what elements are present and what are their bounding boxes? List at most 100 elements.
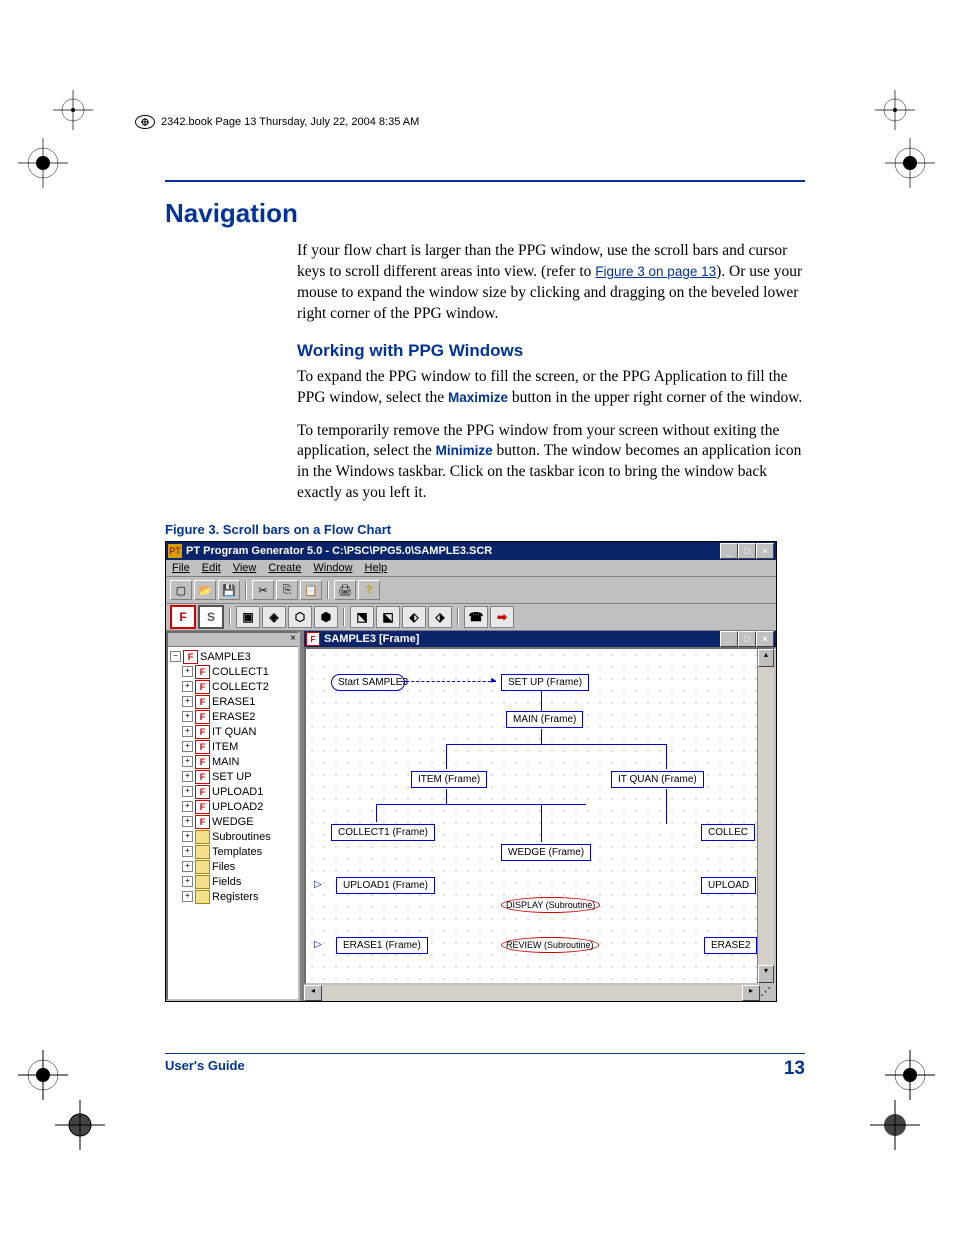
- new-file-icon[interactable]: ▢: [170, 580, 192, 600]
- scroll-right-icon[interactable]: ▸: [742, 985, 760, 1001]
- tree-item-label: SET UP: [212, 771, 252, 783]
- scroll-track[interactable]: [758, 667, 774, 965]
- expand-icon[interactable]: +: [182, 726, 193, 737]
- tree-item-label: MAIN: [212, 756, 240, 768]
- expand-icon[interactable]: +: [182, 666, 193, 677]
- expand-icon[interactable]: +: [182, 816, 193, 827]
- canvas-maximize-button[interactable]: □: [738, 631, 756, 647]
- menu-help[interactable]: Help: [365, 562, 388, 574]
- tree-item[interactable]: +FERASE1: [170, 694, 296, 709]
- tool-icon[interactable]: ◈: [262, 606, 286, 628]
- tool-icon[interactable]: ⬡: [288, 606, 312, 628]
- erase2-node[interactable]: ERASE2: [704, 937, 757, 954]
- expand-icon[interactable]: +: [182, 741, 193, 752]
- expand-icon[interactable]: +: [182, 891, 193, 902]
- tree-item[interactable]: +FUPLOAD1: [170, 784, 296, 799]
- scroll-left-icon[interactable]: ◂: [304, 985, 322, 1001]
- resize-grip-icon[interactable]: ⋰: [760, 985, 776, 1001]
- tree-item[interactable]: +FIT QUAN: [170, 724, 296, 739]
- expand-icon[interactable]: +: [182, 711, 193, 722]
- scroll-down-icon[interactable]: ▾: [758, 965, 774, 983]
- tree-item-label: COLLECT1: [212, 666, 269, 678]
- open-file-icon[interactable]: 📂: [194, 580, 216, 600]
- expand-icon[interactable]: +: [182, 831, 193, 842]
- main-node[interactable]: MAIN (Frame): [506, 711, 583, 728]
- setup-node[interactable]: SET UP (Frame): [501, 674, 589, 691]
- menu-view[interactable]: View: [233, 562, 257, 574]
- item-node[interactable]: ITEM (Frame): [411, 771, 487, 788]
- collapse-icon[interactable]: −: [170, 651, 181, 662]
- expand-icon[interactable]: +: [182, 846, 193, 857]
- help-icon[interactable]: ?: [358, 580, 380, 600]
- vertical-scrollbar[interactable]: ▴ ▾: [757, 649, 774, 983]
- canvas-minimize-button[interactable]: _: [720, 631, 738, 647]
- tree-folder-label: Templates: [212, 846, 262, 858]
- tree-item[interactable]: +FWEDGE: [170, 814, 296, 829]
- upload1-node[interactable]: UPLOAD1 (Frame): [336, 877, 435, 894]
- save-icon[interactable]: 💾: [218, 580, 240, 600]
- tool-icon[interactable]: ▣: [236, 606, 260, 628]
- expand-icon[interactable]: +: [182, 696, 193, 707]
- tool-icon[interactable]: ⬗: [428, 606, 452, 628]
- start-node[interactable]: Start SAMPLE3: [331, 674, 405, 691]
- maximize-button[interactable]: □: [738, 543, 756, 559]
- expand-icon[interactable]: +: [182, 786, 193, 797]
- collect1-node[interactable]: COLLECT1 (Frame): [331, 824, 435, 841]
- scroll-up-icon[interactable]: ▴: [758, 649, 774, 667]
- tree-folder[interactable]: +Fields: [170, 874, 296, 889]
- menu-create[interactable]: Create: [268, 562, 301, 574]
- canvas-close-button[interactable]: ×: [756, 631, 774, 647]
- scroll-track[interactable]: [322, 985, 742, 1001]
- tree-item[interactable]: +FUPLOAD2: [170, 799, 296, 814]
- collect2-node[interactable]: COLLEC: [701, 824, 755, 841]
- tool-icon[interactable]: ⬖: [402, 606, 426, 628]
- minimize-button[interactable]: _: [720, 543, 738, 559]
- tree-close-icon[interactable]: ×: [168, 633, 298, 647]
- tree-item[interactable]: +FITEM: [170, 739, 296, 754]
- expand-icon[interactable]: +: [182, 801, 193, 812]
- expand-icon[interactable]: +: [182, 756, 193, 767]
- tree-folder[interactable]: + Templates: [170, 844, 296, 859]
- close-button[interactable]: ×: [756, 543, 774, 559]
- itquan-node[interactable]: IT QUAN (Frame): [611, 771, 704, 788]
- figure-3-link[interactable]: Figure 3 on page 13: [595, 264, 716, 279]
- menu-file[interactable]: File: [172, 562, 190, 574]
- review-subroutine-node[interactable]: REVIEW (Subroutine): [501, 937, 599, 953]
- tree-root[interactable]: − F SAMPLE3: [170, 649, 296, 664]
- flowchart-canvas[interactable]: Start SAMPLE3 SET UP (Frame) MAIN (Frame…: [306, 649, 757, 983]
- display-subroutine-node[interactable]: DISPLAY (Subroutine): [501, 897, 600, 913]
- expand-icon[interactable]: +: [182, 771, 193, 782]
- tool-icon[interactable]: ⬔: [350, 606, 374, 628]
- paragraph-1: If your flow chart is larger than the PP…: [165, 241, 805, 325]
- print-icon[interactable]: 🖨: [334, 580, 356, 600]
- tool-icon[interactable]: ⬢: [314, 606, 338, 628]
- frame-tool-icon[interactable]: F: [170, 605, 196, 629]
- tool-icon[interactable]: ➡: [490, 606, 514, 628]
- tree-item[interactable]: +FMAIN: [170, 754, 296, 769]
- upload2-node[interactable]: UPLOAD: [701, 877, 756, 894]
- tree-item[interactable]: +FCOLLECT1: [170, 664, 296, 679]
- frame-icon: F: [183, 650, 198, 664]
- wedge-node[interactable]: WEDGE (Frame): [501, 844, 591, 861]
- cut-icon[interactable]: ✂: [252, 580, 274, 600]
- paste-icon[interactable]: 📋: [300, 580, 322, 600]
- tree-folder[interactable]: + Registers: [170, 889, 296, 904]
- erase1-node[interactable]: ERASE1 (Frame): [336, 937, 428, 954]
- tree-item[interactable]: +FERASE2: [170, 709, 296, 724]
- copy-icon[interactable]: ⎘: [276, 580, 298, 600]
- tree-folder[interactable]: +Subroutines: [170, 829, 296, 844]
- tree-item[interactable]: +FCOLLECT2: [170, 679, 296, 694]
- tool-icon[interactable]: ⬕: [376, 606, 400, 628]
- crop-mark: [885, 1050, 925, 1090]
- subroutine-tool-icon[interactable]: S: [198, 605, 224, 629]
- menu-edit[interactable]: Edit: [202, 562, 221, 574]
- tool-icon[interactable]: ☎: [464, 606, 488, 628]
- tree-item[interactable]: +FSET UP: [170, 769, 296, 784]
- horizontal-scrollbar[interactable]: ◂ ▸ ⋰: [304, 985, 776, 1001]
- tree-folder[interactable]: +Files: [170, 859, 296, 874]
- expand-icon[interactable]: +: [182, 861, 193, 872]
- menu-window[interactable]: Window: [313, 562, 352, 574]
- tree-folder-label: Registers: [212, 891, 258, 903]
- expand-icon[interactable]: +: [182, 876, 193, 887]
- expand-icon[interactable]: +: [182, 681, 193, 692]
